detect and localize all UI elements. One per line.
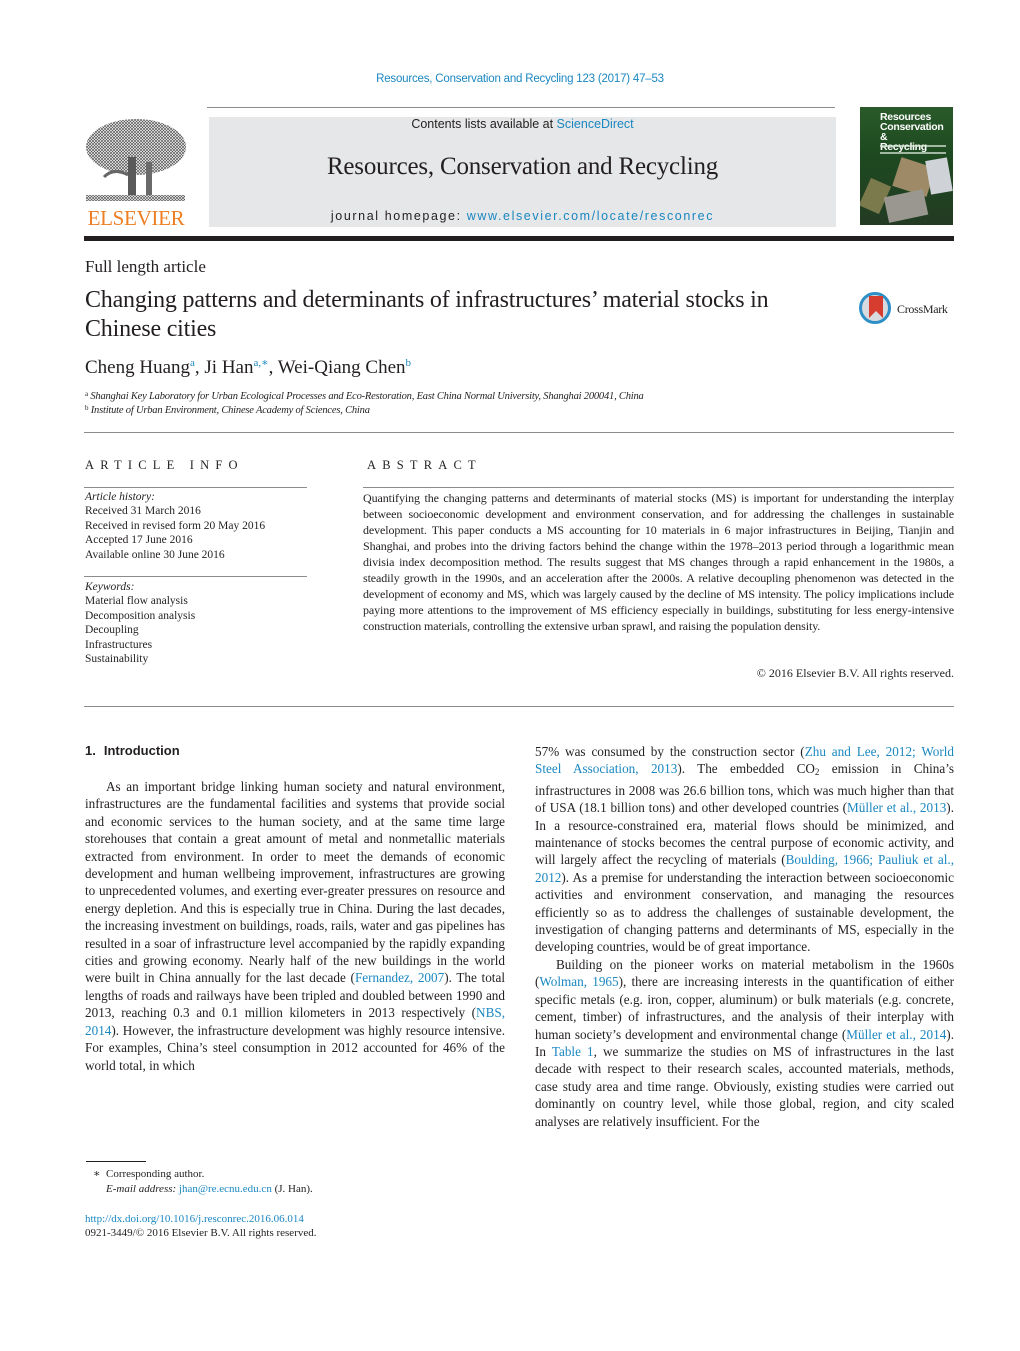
cover-photo-tile <box>883 189 929 223</box>
article-info-heading: ARTICLE INFO <box>85 458 244 472</box>
history-item: Available online 30 June 2016 <box>85 548 225 561</box>
paragraph-text: ). However, the infrastructure developme… <box>85 1022 505 1073</box>
sciencedirect-link[interactable]: ScienceDirect <box>557 117 634 131</box>
citation-link[interactable]: Wolman, 1965 <box>539 974 618 989</box>
issn-copyright: 0921-3449/© 2016 Elsevier B.V. All right… <box>85 1227 317 1239</box>
section-rule <box>84 432 954 433</box>
article-info-rule <box>84 487 307 488</box>
journal-homepage-link[interactable]: www.elsevier.com/locate/resconrec <box>467 209 714 223</box>
journal-title: Resources, Conservation and Recycling <box>326 153 719 180</box>
abstract-heading: ABSTRACT <box>367 458 482 472</box>
citation-link[interactable]: Müller et al., 2014 <box>846 1027 946 1042</box>
paragraph: As an important bridge linking human soc… <box>85 779 505 1073</box>
doi-link-text[interactable]: http://dx.doi.org/10.1016/j.resconrec.20… <box>85 1213 304 1225</box>
section-title: Introduction <box>103 743 180 758</box>
affiliation-marker[interactable]: b <box>406 357 412 369</box>
crossmark-ribbon-notch <box>869 311 883 318</box>
history-item: Received in revised form 20 May 2016 <box>85 519 266 532</box>
keywords-label: Keywords: <box>85 581 135 593</box>
body-column-right: 57% was consumed by the construction sec… <box>535 743 954 1130</box>
abstract-copyright: © 2016 Elsevier B.V. All rights reserved… <box>756 666 954 680</box>
citation-link[interactable]: Müller et al., 2013 <box>847 800 946 815</box>
email-link[interactable]: jhan@re.ecnu.edu.cn <box>179 1183 272 1195</box>
keywords: Keywords: Material flow analysis Decompo… <box>85 580 308 666</box>
keyword-item: Infrastructures <box>85 638 153 651</box>
contents-line: Contents lists available at ScienceDirec… <box>411 117 634 131</box>
keyword-item: Sustainability <box>85 653 149 666</box>
history-item: Accepted 17 June 2016 <box>85 534 193 547</box>
article-history-label: Article history: <box>85 491 155 503</box>
paragraph-continued: 57% was consumed by the construction sec… <box>535 744 954 955</box>
article-title: Changing patterns and determinants of in… <box>85 287 769 342</box>
author-name[interactable]: Cheng Huang <box>85 357 190 378</box>
cover-subtitle-lines <box>880 145 946 154</box>
crossmark-badge[interactable]: CrossMark <box>858 291 958 329</box>
doi-link[interactable]: http://dx.doi.org/10.1016/j.resconrec.20… <box>85 1212 304 1227</box>
author-list: Cheng Huanga, Ji Hana,∗, Wei-Qiang Chenb <box>85 357 412 378</box>
abstract-text: Quantifying the changing patterns and de… <box>363 491 954 633</box>
section-number: 1. <box>85 743 96 758</box>
table-link[interactable]: Table 1 <box>552 1044 594 1059</box>
affiliation-marker[interactable]: a <box>190 357 195 369</box>
article-info-rule <box>84 576 307 577</box>
corresponding-author-note: ∗ Corresponding author. <box>93 1168 205 1180</box>
history-item: Received 31 March 2016 <box>85 505 201 518</box>
email-note: E-mail address: jhan@re.ecnu.edu.cn (J. … <box>106 1183 313 1195</box>
journal-citation-link[interactable]: Resources, Conservation and Recycling 12… <box>0 73 1020 85</box>
paragraph: Building on the pioneer works on materia… <box>535 956 954 1129</box>
elsevier-wordmark: ELSEVIER <box>87 206 185 230</box>
header-thick-rule <box>84 236 954 241</box>
article-type: Full length article <box>85 257 206 276</box>
keyword-item: Decomposition analysis <box>85 609 196 622</box>
affiliation-marker[interactable]: a,∗ <box>253 357 268 369</box>
section-rule <box>84 706 954 707</box>
author-name[interactable]: Wei-Qiang Chen <box>278 357 406 378</box>
tree-icon <box>86 119 186 201</box>
header-rule <box>207 107 835 108</box>
affiliation: a Shanghai Key Laboratory for Urban Ecol… <box>85 390 644 402</box>
journal-cover-image[interactable]: Resources Conservation & Recycling <box>860 107 953 225</box>
footnote-rule <box>86 1161 146 1162</box>
body-column-left: As an important bridge linking human soc… <box>85 778 505 1074</box>
crossmark-label: CrossMark <box>897 302 948 316</box>
keyword-item: Material flow analysis <box>85 595 188 608</box>
article-history: Article history: Received 31 March 2016 … <box>85 490 308 562</box>
section-heading: 1. Introduction <box>85 743 180 758</box>
keyword-item: Decoupling <box>85 624 139 637</box>
abstract-rule <box>363 487 954 488</box>
author-name[interactable]: Ji Han <box>204 357 253 378</box>
citation-link[interactable]: Fernandez, 2007 <box>355 970 444 985</box>
journal-banner: Contents lists available at ScienceDirec… <box>209 117 836 227</box>
paragraph-text: 57% was consumed by the construction sec… <box>535 744 805 759</box>
affiliation: b Institute of Urban Environment, Chines… <box>85 404 370 416</box>
journal-homepage: journal homepage: www.elsevier.com/locat… <box>330 209 715 223</box>
cover-photo-tile <box>925 157 953 195</box>
